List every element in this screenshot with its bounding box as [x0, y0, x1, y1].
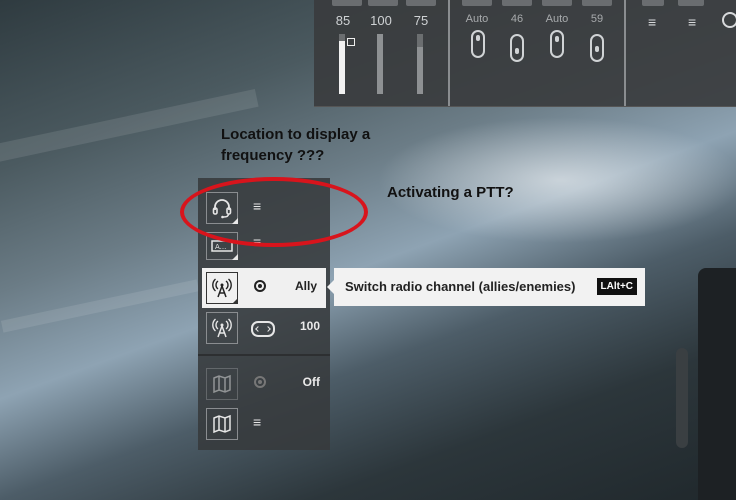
- radio-tower-icon[interactable]: [206, 272, 238, 304]
- toggle-switch[interactable]: [550, 30, 564, 58]
- toggle-switch[interactable]: [471, 30, 485, 58]
- volume-value: 85: [335, 13, 351, 28]
- slider-handle[interactable]: [347, 38, 355, 46]
- panel-row-radio-channel[interactable]: Ally: [202, 268, 326, 308]
- menu-icon[interactable]: ≡: [648, 14, 660, 30]
- mixer-tab[interactable]: [678, 0, 704, 6]
- radio-volume-value: 100: [299, 319, 320, 333]
- annotation-note: Location to display a: [221, 126, 371, 143]
- mode-label: 46: [510, 13, 524, 25]
- svg-text:A...: A...: [215, 243, 226, 251]
- mixer-tab[interactable]: [582, 0, 612, 6]
- mixer-tab[interactable]: [542, 0, 572, 6]
- tooltip: Switch radio channel (allies/enemies) LA…: [327, 268, 645, 306]
- mixer-tab[interactable]: [502, 0, 532, 6]
- menu-icon[interactable]: ≡: [688, 14, 700, 30]
- mode-label: Auto: [465, 13, 489, 25]
- annotation-ellipse: [180, 177, 368, 247]
- cockpit-frame: [698, 268, 736, 500]
- volume-slider[interactable]: [377, 34, 383, 94]
- volume-value: 75: [413, 13, 429, 28]
- shortcut-badge: LAlt+C: [596, 278, 637, 295]
- volume-value: 100: [370, 13, 392, 28]
- map-icon[interactable]: [206, 368, 238, 400]
- radio-tower-icon[interactable]: [206, 312, 238, 344]
- toggle-switch[interactable]: [590, 34, 604, 62]
- channel-value: Ally: [294, 279, 317, 293]
- toggle-switch[interactable]: [510, 34, 524, 62]
- cockpit-strut: [676, 348, 688, 448]
- toggle-indicator-dot: [254, 376, 266, 388]
- panel-row-radio-volume[interactable]: 100: [198, 308, 330, 348]
- panel-row-map-toggle[interactable]: Off: [198, 364, 330, 404]
- annotation-note: Activating a PTT?: [387, 184, 514, 201]
- mixer-divider: [448, 0, 450, 106]
- channel-indicator-dot: [254, 280, 266, 292]
- mixer-tab[interactable]: [406, 0, 436, 6]
- mixer-divider: [624, 0, 626, 106]
- volume-slider[interactable]: [417, 34, 423, 94]
- volume-slider[interactable]: [339, 34, 345, 94]
- panel-row-map[interactable]: ≡: [198, 404, 330, 444]
- mode-label: 59: [590, 13, 604, 25]
- mode-label: Auto: [545, 13, 569, 25]
- tooltip-text: Switch radio channel (allies/enemies): [345, 279, 576, 294]
- range-stepper-icon[interactable]: [251, 321, 275, 337]
- mixer-tab[interactable]: [642, 0, 664, 6]
- mixer-tab[interactable]: [368, 0, 398, 6]
- mixer-tab[interactable]: [462, 0, 492, 6]
- mixer-tab[interactable]: [332, 0, 362, 6]
- menu-icon[interactable]: ≡: [253, 414, 261, 430]
- volume-mixer-panel: 85 100 75 Auto 46 Auto 59 ≡ ≡: [314, 0, 736, 107]
- settings-icon[interactable]: [722, 12, 736, 28]
- map-toggle-value: Off: [302, 375, 320, 389]
- panel-divider: [198, 354, 330, 356]
- map-icon[interactable]: [206, 408, 238, 440]
- annotation-note: frequency ???: [221, 147, 325, 164]
